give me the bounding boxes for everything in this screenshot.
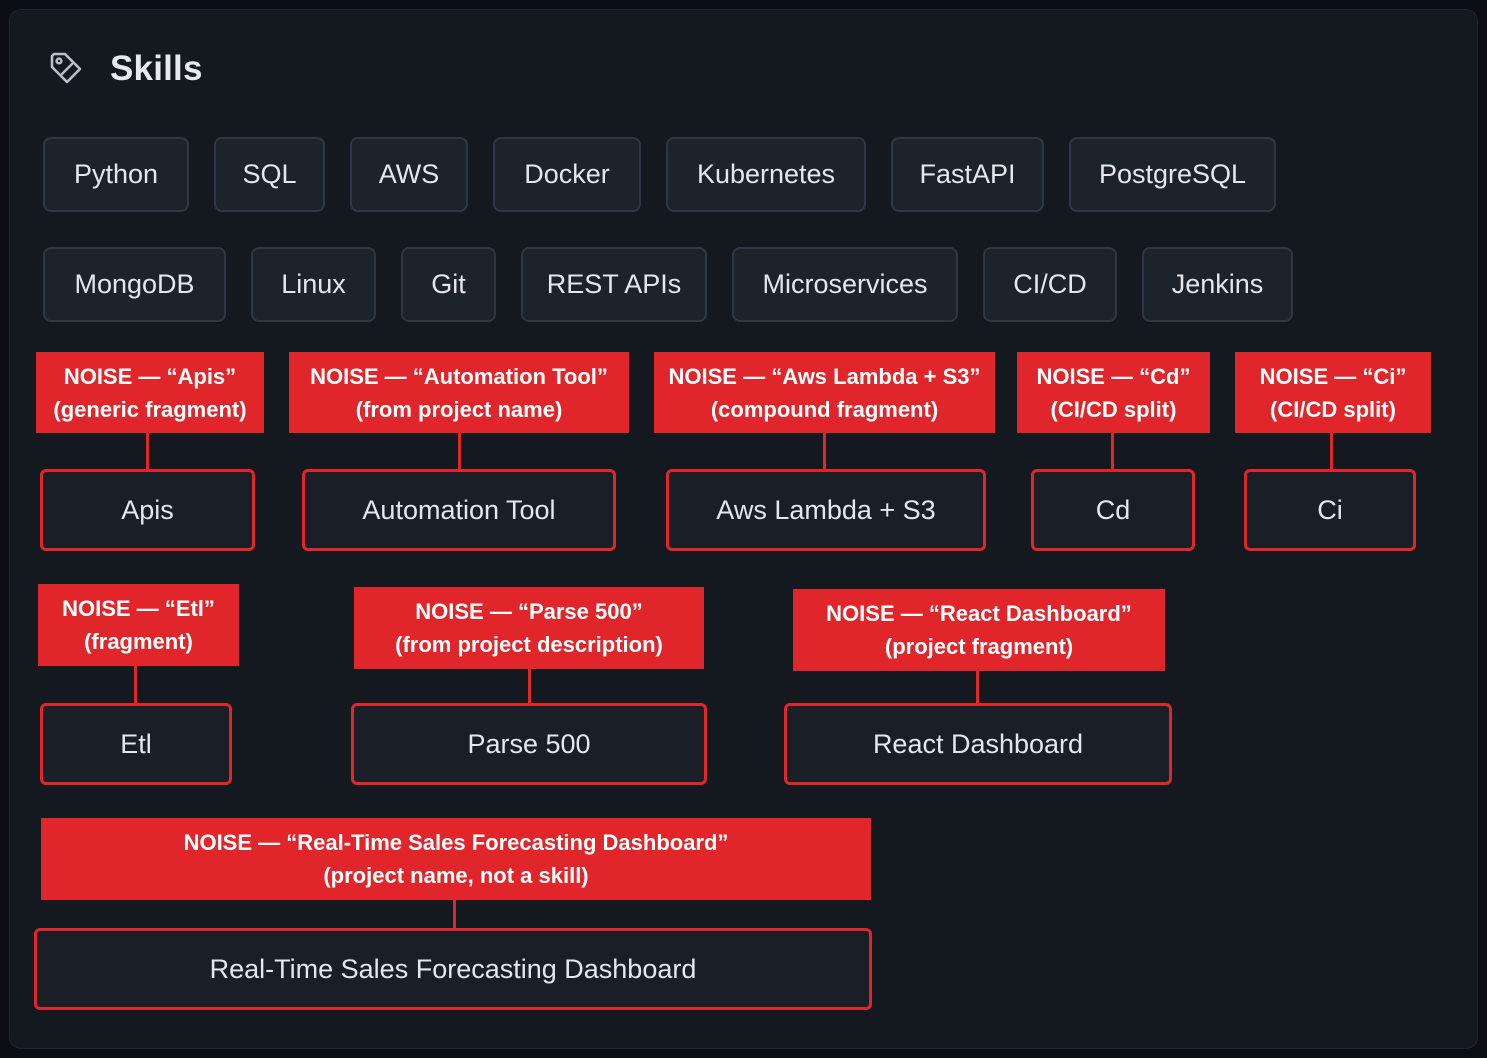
noise-skill-chip[interactable]: Aws Lambda + S3: [666, 469, 986, 551]
connector-line: [134, 666, 137, 703]
noise-annotation-title: NOISE — “Ci”: [1259, 363, 1407, 389]
noise-annotation: NOISE — “Real-Time Sales Forecasting Das…: [41, 818, 871, 900]
skill-chip-docker[interactable]: Docker: [493, 137, 641, 212]
noise-annotation-reason: (project fragment): [884, 634, 1074, 659]
noise-annotation-reason: (CI/CD split): [1270, 396, 1396, 422]
tag-icon: [50, 52, 82, 84]
skill-chip-python[interactable]: Python: [43, 137, 189, 212]
skill-chip-mongodb[interactable]: MongoDB: [43, 247, 226, 322]
connector-line: [1330, 433, 1333, 469]
noise-skill-chip[interactable]: Real-Time Sales Forecasting Dashboard: [34, 928, 872, 1010]
noise-annotation-title: NOISE — “Real-Time Sales Forecasting Das…: [183, 830, 729, 855]
noise-annotation-reason: (from project description): [395, 632, 663, 657]
noise-annotation-title: NOISE — “Automation Tool”: [310, 363, 608, 389]
connector-line: [976, 671, 979, 703]
skill-chip-postgresql[interactable]: PostgreSQL: [1069, 137, 1276, 212]
noise-annotation: NOISE — “Apis” (generic fragment): [36, 352, 264, 433]
noise-skill-chip[interactable]: React Dashboard: [784, 703, 1172, 785]
noise-annotation-reason: (CI/CD split): [1050, 396, 1177, 422]
section-title: Skills: [110, 49, 203, 88]
noise-annotation: NOISE — “Aws Lambda + S3” (compound frag…: [654, 352, 995, 433]
noise-annotation: NOISE — “Etl” (fragment): [38, 584, 239, 666]
skill-chip-git[interactable]: Git: [401, 247, 496, 322]
connector-line: [528, 669, 531, 703]
noise-annotation-reason: (generic fragment): [53, 396, 247, 422]
connector-line: [458, 433, 461, 469]
connector-line: [453, 900, 456, 928]
noise-skill-chip[interactable]: Cd: [1031, 469, 1195, 551]
noise-annotation-title: NOISE — “Parse 500”: [415, 599, 643, 624]
connector-line: [823, 433, 826, 469]
noise-annotation-reason: (compound fragment): [710, 396, 939, 422]
skill-chip-fastapi[interactable]: FastAPI: [891, 137, 1044, 212]
noise-annotation: NOISE — “Parse 500” (from project descri…: [354, 587, 704, 669]
noise-skill-chip[interactable]: Automation Tool: [302, 469, 616, 551]
connector-line: [146, 433, 149, 469]
noise-annotation: NOISE — “React Dashboard” (project fragm…: [793, 589, 1165, 671]
skill-chip-linux[interactable]: Linux: [251, 247, 376, 322]
noise-annotation: NOISE — “Cd” (CI/CD split): [1017, 352, 1210, 433]
skill-chip-ci-cd[interactable]: CI/CD: [983, 247, 1117, 322]
noise-skill-chip[interactable]: Etl: [40, 703, 232, 785]
connector-line: [1111, 433, 1114, 469]
noise-annotation-title: NOISE — “Aws Lambda + S3”: [668, 363, 981, 389]
noise-annotation: NOISE — “Automation Tool” (from project …: [289, 352, 629, 433]
skill-chip-microservices[interactable]: Microservices: [732, 247, 958, 322]
noise-annotation-reason: (from project name): [355, 396, 563, 422]
noise-annotation-title: NOISE — “Etl”: [62, 596, 215, 621]
noise-skill-chip[interactable]: Ci: [1244, 469, 1416, 551]
noise-skill-chip[interactable]: Apis: [40, 469, 255, 551]
skill-chip-rest-apis[interactable]: REST APIs: [521, 247, 707, 322]
noise-annotation-title: NOISE — “Cd”: [1036, 363, 1191, 389]
noise-annotation-title: NOISE — “Apis”: [63, 363, 237, 389]
noise-annotation-title: NOISE — “React Dashboard”: [826, 601, 1132, 626]
noise-annotation-reason: (fragment): [84, 629, 193, 654]
skill-chip-jenkins[interactable]: Jenkins: [1142, 247, 1293, 322]
skill-chip-sql[interactable]: SQL: [214, 137, 325, 212]
noise-annotation-reason: (project name, not a skill): [323, 863, 589, 888]
noise-annotation: NOISE — “Ci” (CI/CD split): [1235, 352, 1431, 433]
skill-chip-aws[interactable]: AWS: [350, 137, 468, 212]
noise-skill-chip[interactable]: Parse 500: [351, 703, 707, 785]
skill-chip-kubernetes[interactable]: Kubernetes: [666, 137, 866, 212]
